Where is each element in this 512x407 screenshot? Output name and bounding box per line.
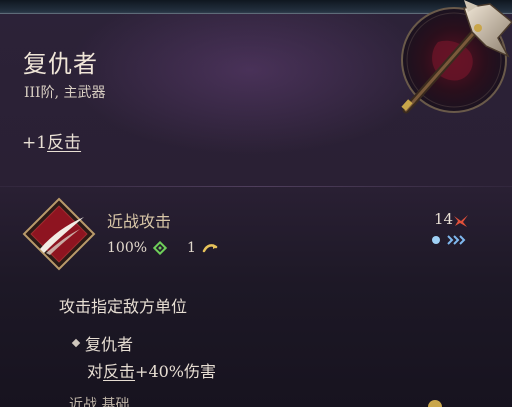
gold-corner-mark (428, 400, 442, 407)
cost-value: 14 (434, 210, 454, 228)
red-crystal-icon (454, 215, 468, 227)
item-subtitle: III阶, 主武器 (24, 85, 106, 101)
passive-desc-prefix: 对 (87, 362, 104, 381)
passive-desc-suffix: +40%伤害 (135, 362, 217, 381)
action-point-value: 1 (187, 240, 196, 256)
action-point-icon (202, 244, 218, 253)
bonus-prefix: +1 (22, 133, 48, 153)
counterattack-term-link[interactable]: 反击 (103, 362, 135, 381)
charge-pips-icon (432, 235, 466, 245)
item-bonus: +1反击 (22, 128, 81, 153)
skill-tags: 近战 基础 (69, 397, 130, 407)
item-title: 复仇者 (23, 50, 98, 78)
skill-description: 攻击指定敌方单位 (59, 297, 188, 316)
skill-stats: 100% 1 (107, 240, 218, 256)
axe-icon (401, 0, 512, 114)
accuracy-value: 100% (107, 240, 148, 256)
crosshair-icon (153, 241, 168, 255)
slash-icon (22, 197, 96, 271)
passive-name: 复仇者 (85, 335, 134, 354)
bullet-diamond-icon (71, 338, 81, 348)
passive-name-row: 复仇者 (71, 331, 134, 355)
section-divider (0, 186, 512, 187)
skill-name: 近战攻击 (107, 212, 172, 231)
item-tooltip: 复仇者 III阶, 主武器 +1反击 近战攻击 100% 1 14 攻击指定敌方… (0, 0, 512, 407)
counterattack-link[interactable]: 反击 (47, 133, 81, 153)
resource-cost: 14 (430, 208, 500, 252)
passive-description: 对反击+40%伤害 (87, 358, 216, 382)
